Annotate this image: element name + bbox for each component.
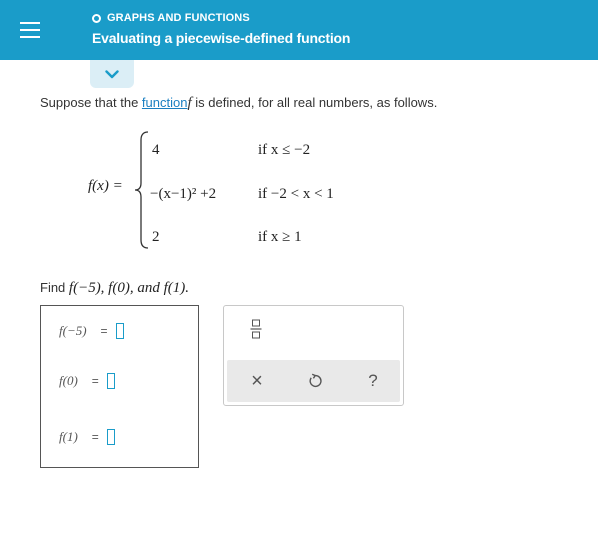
problem-statement: Suppose that the functionf is defined, f… [40, 95, 437, 112]
equals-sign: = [100, 324, 108, 338]
case-2-expression: −(x−1)² +2 [150, 186, 217, 202]
topic-label: GRAPHS AND FUNCTIONS [107, 12, 250, 24]
math-toolbar-panel: × ? [223, 305, 404, 406]
answer-row-2: f(0) = [59, 373, 115, 389]
case-3-condition: if x ≥ 1 [258, 229, 302, 245]
help-icon: ? [368, 371, 378, 390]
answer-input-f-neg5[interactable] [115, 323, 124, 339]
undo-button[interactable] [305, 371, 325, 391]
equals-sign: = [91, 430, 99, 444]
answer-label: f(0) [59, 373, 78, 388]
undo-icon [309, 373, 322, 388]
left-brace-icon [134, 131, 149, 249]
equals-sign: = [91, 374, 99, 388]
topic-status-icon [92, 13, 101, 23]
answer-input-f-0[interactable] [106, 373, 115, 389]
expand-button[interactable] [90, 60, 134, 88]
prompt-text-after: is defined, for all real numbers, as fol… [191, 95, 438, 110]
action-bar: × ? [227, 360, 400, 402]
chevron-down-icon [105, 69, 119, 78]
answer-input-f-1[interactable] [106, 429, 115, 445]
find-prefix: Find [40, 280, 69, 295]
find-items: f(−5), f(0), and f(1). [68, 280, 190, 296]
case-2-condition: if −2 < x < 1 [258, 186, 334, 202]
find-instruction: Find f(−5), f(0), and f(1). [40, 280, 189, 297]
clear-button[interactable]: × [247, 371, 267, 391]
case-1-condition: if x ≤ −2 [258, 142, 311, 158]
case-3-expression: 2 [152, 229, 160, 245]
topic-row: GRAPHS AND FUNCTIONS [92, 12, 250, 24]
answer-box: f(−5) = f(0) = f(1) = [40, 305, 199, 468]
answer-row-1: f(−5) = [59, 323, 124, 339]
answer-row-3: f(1) = [59, 429, 115, 445]
function-link[interactable]: function [142, 95, 188, 110]
piecewise-lhs: f(x) = [88, 178, 123, 194]
menu-icon[interactable] [0, 0, 60, 60]
prompt-text-before: Suppose that the [40, 95, 142, 110]
answer-label: f(1) [59, 429, 78, 444]
fraction-icon[interactable] [250, 319, 262, 339]
header-bar: GRAPHS AND FUNCTIONS Evaluating a piecew… [0, 0, 598, 60]
page-title: Evaluating a piecewise-defined function [92, 30, 351, 46]
help-button[interactable]: ? [363, 371, 383, 391]
answer-label: f(−5) [59, 323, 87, 338]
close-icon: × [251, 370, 263, 392]
case-1-expression: 4 [152, 142, 160, 158]
